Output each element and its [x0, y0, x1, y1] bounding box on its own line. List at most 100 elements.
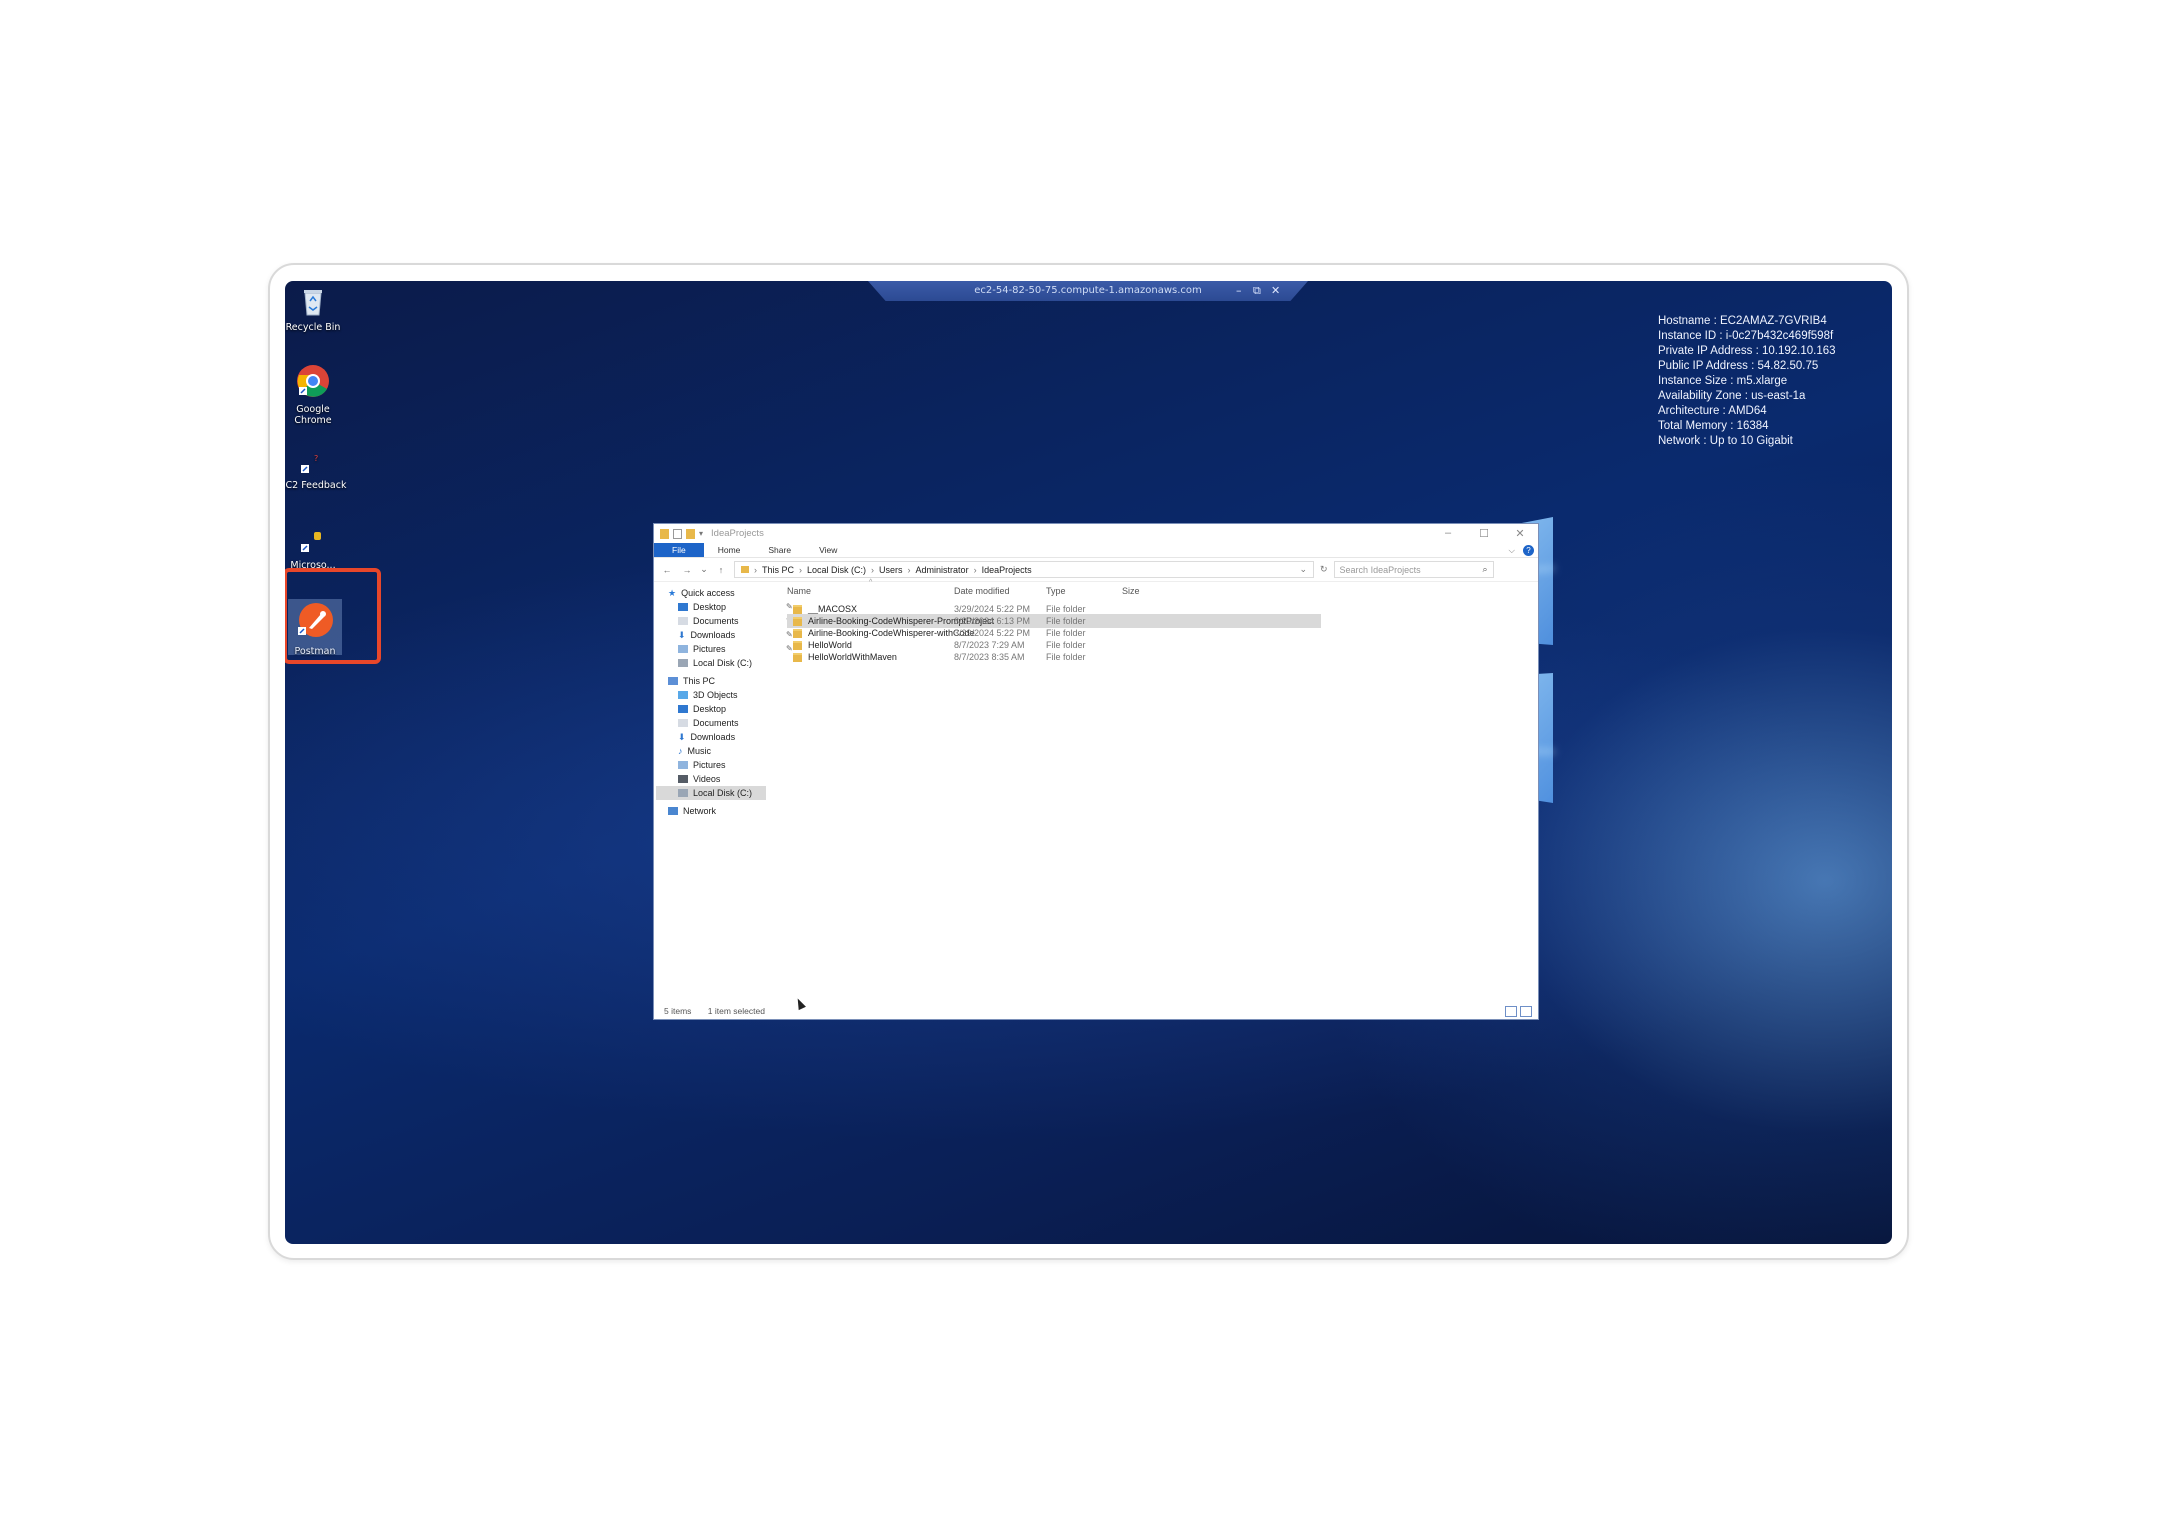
address-dropdown-icon[interactable]: ⌄	[1299, 564, 1307, 575]
nav-label: Pictures	[693, 760, 726, 770]
download-arrow-icon: ⬇	[678, 630, 686, 640]
desktop-icon-label: EC2 Feedback	[285, 480, 347, 491]
ribbon-tabs: File Home Share View ⌵ ?	[654, 543, 1538, 558]
nav-local-disk[interactable]: Local Disk (C:)	[656, 786, 766, 800]
chevron-down-icon[interactable]: ▾	[699, 529, 703, 539]
remote-desktop: ec2-54-82-50-75.compute-1.amazonaws.com …	[285, 281, 1892, 1244]
desktop-icon-microsoft[interactable]: Microso...	[285, 531, 348, 571]
up-arrow-icon[interactable]: ↑	[714, 565, 728, 575]
tab-view[interactable]: View	[805, 543, 851, 557]
nav-quick-access[interactable]: ★ Quick access	[668, 586, 735, 600]
column-header-size[interactable]: Size	[1122, 584, 1140, 598]
file-row-helloworldwithmaven[interactable]: HelloWorldWithMaven 8/7/2023 8:35 AM Fil…	[787, 650, 1321, 664]
tab-home[interactable]: Home	[704, 543, 755, 557]
breadcrumb[interactable]: › This PC › Local Disk (C:) › Users › Ad…	[734, 561, 1314, 578]
sysinfo-availability-zone: Availability Zone : us-east-1a	[1658, 390, 1806, 402]
nav-label: Music	[687, 746, 712, 756]
sort-arrow-icon: ^	[869, 579, 873, 586]
address-bar-row: ← → ⌄ ↑ › This PC › Local Disk (C:) › Us…	[654, 558, 1538, 582]
nav-quick-downloads[interactable]: ⬇ Downloads ✎	[678, 628, 793, 642]
nav-desktop[interactable]: Desktop	[678, 702, 726, 716]
rdp-minimize-button[interactable]: –	[1236, 281, 1242, 301]
maximize-button[interactable]: ☐	[1466, 527, 1502, 540]
desktop-icon-ec2-feedback[interactable]: ? EC2 Feedback	[285, 453, 348, 491]
folder-icon	[660, 528, 669, 539]
desktop-icon	[678, 705, 688, 713]
new-folder-icon[interactable]	[686, 528, 695, 539]
help-icon[interactable]: ?	[1523, 544, 1534, 556]
pictures-icon	[678, 645, 688, 653]
nav-music[interactable]: ♪ Music	[678, 744, 711, 758]
expand-ribbon-icon[interactable]: ⌵	[1509, 545, 1515, 556]
chrome-icon	[297, 365, 329, 397]
desktop-icon-google-chrome[interactable]: Google Chrome	[285, 363, 348, 426]
nav-downloads[interactable]: ⬇ Downloads	[678, 730, 735, 744]
breadcrumb-users[interactable]: Users	[879, 565, 903, 575]
sysinfo-hostname: Hostname : EC2AMAZ-7GVRIB4	[1658, 315, 1827, 327]
cube-icon	[678, 691, 688, 699]
nav-3d-objects[interactable]: 3D Objects	[678, 688, 738, 702]
file-name: Airline-Booking-CodeWhisperer-withCode	[808, 628, 975, 638]
nav-label: Quick access	[681, 588, 735, 598]
postman-highlight-box	[285, 568, 381, 664]
star-icon: ★	[668, 588, 677, 598]
rdp-restore-button[interactable]: ⧉	[1253, 281, 1261, 301]
column-header-type[interactable]: Type	[1046, 584, 1066, 598]
folder-icon	[793, 653, 802, 663]
column-header-name[interactable]: Name	[787, 584, 811, 598]
nav-quick-local-disk[interactable]: Local Disk (C:)	[678, 656, 752, 670]
refresh-icon[interactable]: ↻	[1320, 564, 1328, 575]
sysinfo-total-memory: Total Memory : 16384	[1658, 420, 1769, 432]
forward-arrow-icon[interactable]: →	[680, 565, 694, 575]
nav-this-pc[interactable]: This PC	[668, 674, 715, 688]
properties-icon[interactable]	[673, 528, 682, 539]
search-input[interactable]: Search IdeaProjects ⌕	[1333, 561, 1494, 578]
breadcrumb-ideaprojects[interactable]: IdeaProjects	[982, 565, 1032, 575]
nav-quick-pictures[interactable]: Pictures ✎	[678, 642, 793, 656]
nav-label: Local Disk (C:)	[693, 658, 753, 668]
large-icons-view-icon[interactable]	[1520, 1006, 1532, 1017]
rdp-close-button[interactable]: ✕	[1271, 281, 1280, 301]
nav-label: Local Disk (C:)	[693, 788, 753, 798]
window-controls: – ☐ ✕	[1430, 527, 1538, 540]
breadcrumb-this-pc[interactable]: This PC	[762, 565, 794, 575]
pictures-icon	[678, 761, 688, 769]
minimize-button[interactable]: –	[1430, 527, 1466, 540]
status-item-count: 5 items	[664, 1006, 692, 1016]
desktop-icon-label: Google Chrome	[294, 404, 332, 426]
explorer-titlebar[interactable]: ▾ IdeaProjects – ☐ ✕	[654, 524, 1538, 543]
status-selected: 1 item selected	[707, 1006, 765, 1016]
file-date: 8/7/2023 8:35 AM	[954, 652, 1025, 662]
file-name: HelloWorld	[808, 640, 852, 650]
desktop-icon-recycle-bin[interactable]: Recycle Bin	[285, 287, 348, 333]
disk-icon	[678, 659, 688, 667]
column-header-date[interactable]: Date modified	[954, 584, 1010, 598]
nav-quick-documents[interactable]: Documents ✎	[678, 614, 793, 628]
nav-quick-desktop[interactable]: Desktop ✎	[678, 600, 793, 614]
folder-icon	[793, 617, 802, 627]
ribbon-help-area: ⌵ ?	[1509, 543, 1538, 557]
desktop-icon-label: Recycle Bin	[285, 322, 341, 333]
file-type: File folder	[1046, 652, 1086, 662]
tab-file[interactable]: File	[654, 543, 704, 557]
breadcrumb-administrator[interactable]: Administrator	[916, 565, 969, 575]
rdp-connection-bar[interactable]: ec2-54-82-50-75.compute-1.amazonaws.com …	[868, 281, 1308, 301]
search-placeholder: Search IdeaProjects	[1339, 564, 1421, 575]
sysinfo-instance-id: Instance ID : i-0c27b432c469f598f	[1658, 330, 1834, 342]
sysinfo-instance-size: Instance Size : m5.xlarge	[1658, 375, 1788, 387]
close-button[interactable]: ✕	[1502, 527, 1538, 540]
file-explorer-window[interactable]: ▾ IdeaProjects – ☐ ✕ File Home Share Vie…	[653, 523, 1539, 1020]
details-view-icon[interactable]	[1505, 1006, 1517, 1017]
folder-icon	[793, 641, 802, 651]
recent-locations-icon[interactable]: ⌄	[700, 564, 708, 575]
nav-videos[interactable]: Videos	[678, 772, 720, 786]
status-bar: 5 items 1 item selected	[654, 1003, 1538, 1019]
back-arrow-icon[interactable]: ←	[660, 565, 674, 575]
nav-network[interactable]: Network	[668, 804, 716, 818]
tab-share[interactable]: Share	[754, 543, 805, 557]
nav-documents[interactable]: Documents	[678, 716, 739, 730]
breadcrumb-local-disk[interactable]: Local Disk (C:)	[807, 565, 866, 575]
documents-icon	[678, 719, 688, 727]
nav-pictures[interactable]: Pictures	[678, 758, 726, 772]
film-icon	[678, 775, 688, 783]
